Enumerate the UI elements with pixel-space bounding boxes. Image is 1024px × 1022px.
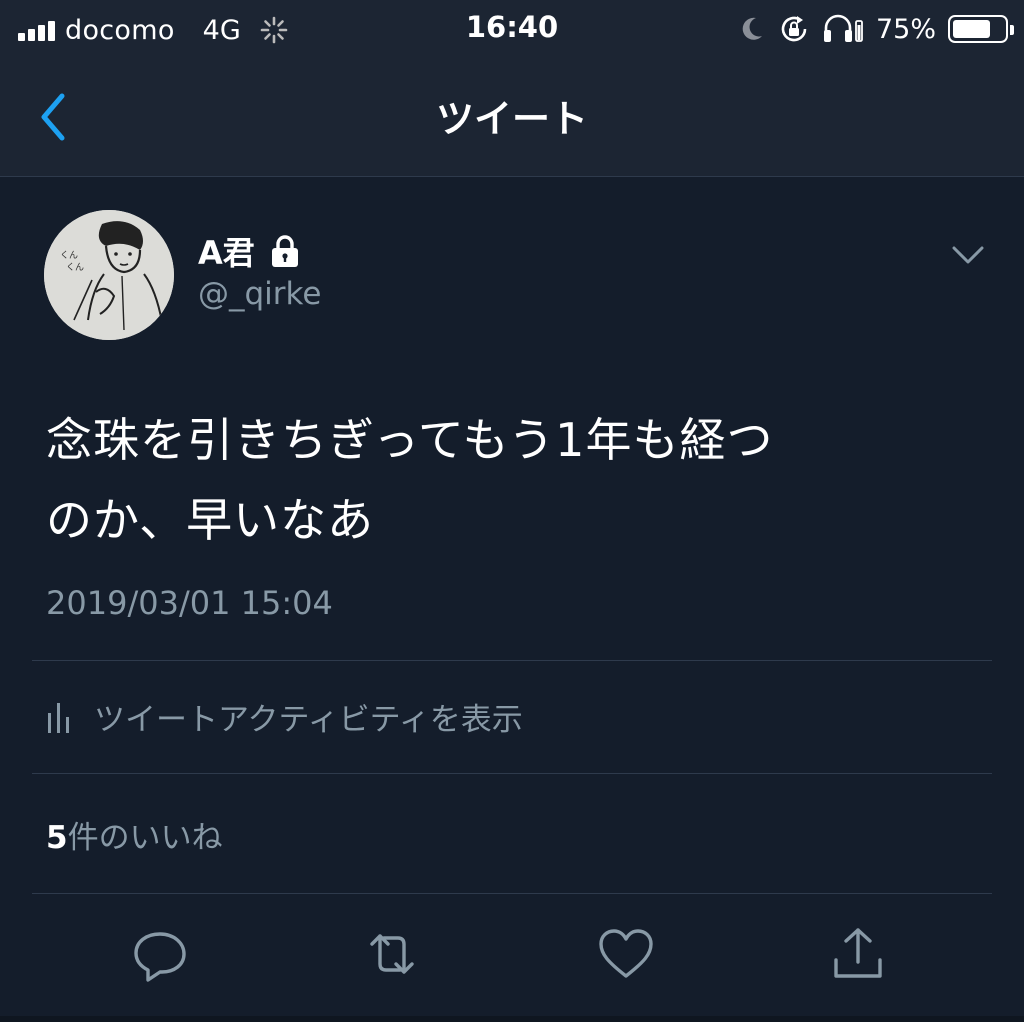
battery-icon xyxy=(948,15,1014,43)
activity-label: ツイートアクティビティを表示 xyxy=(94,702,523,738)
tweet-text: 念珠を引きちぎってもう1年も経つ のか、早いなあ xyxy=(46,400,976,560)
like-icon[interactable] xyxy=(596,924,656,984)
share-icon[interactable] xyxy=(828,924,888,984)
battery-percent: 75% xyxy=(875,13,936,45)
analytics-icon xyxy=(48,702,69,733)
chevron-down-icon[interactable] xyxy=(950,240,986,270)
status-bar-right: 75% xyxy=(738,10,1014,48)
svg-text:くん: くん xyxy=(66,262,84,273)
likes-count-link[interactable]: 5件のいいね xyxy=(46,812,223,857)
headphones-icon xyxy=(823,14,863,42)
rotation-lock-icon xyxy=(781,16,807,42)
battery-fill xyxy=(953,20,990,38)
author-name-row[interactable]: A君 xyxy=(198,228,301,274)
tweet-text-line: のか、早いなあ xyxy=(46,493,375,547)
divider xyxy=(32,773,992,774)
nav-bar: ツイート xyxy=(0,60,1024,177)
reply-icon[interactable] xyxy=(130,924,190,984)
divider xyxy=(32,893,992,894)
likes-label: 件のいいね xyxy=(67,820,223,856)
avatar-illustration: くん くん xyxy=(44,210,174,340)
retweet-icon[interactable] xyxy=(362,924,422,984)
avatar[interactable]: くん くん xyxy=(44,210,174,340)
likes-count: 5 xyxy=(46,820,68,856)
tweet-activity-link[interactable]: ツイートアクティビティを表示 xyxy=(46,694,523,739)
divider xyxy=(32,660,992,661)
moon-icon xyxy=(742,17,762,40)
tweet-timestamp: 2019/03/01 15:04 xyxy=(46,584,333,622)
tweet-text-line: 念珠を引きちぎってもう1年も経つ xyxy=(46,413,774,467)
bottom-edge xyxy=(0,1016,1024,1022)
page-title: ツイート xyxy=(435,97,588,141)
lock-icon xyxy=(271,235,298,267)
author-handle[interactable]: @_qirke xyxy=(198,276,321,312)
author-name: A君 xyxy=(198,234,255,272)
svg-text:くん: くん xyxy=(60,250,78,261)
status-bar: docomo 4G 16:40 75% xyxy=(0,0,1024,60)
